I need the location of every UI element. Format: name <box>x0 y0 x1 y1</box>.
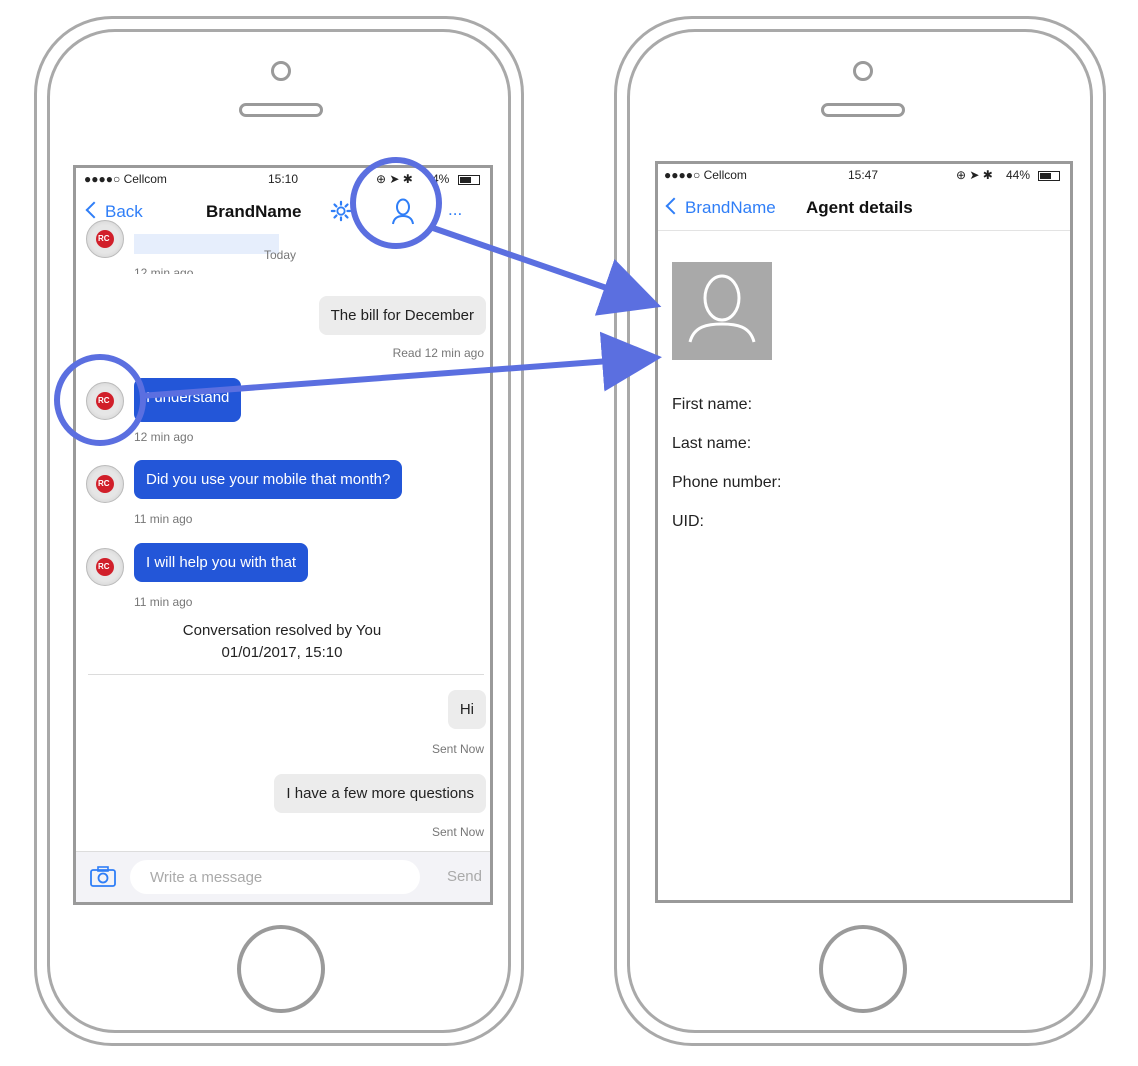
battery-icon <box>1038 168 1060 182</box>
status-icons: ⊕ ➤ ✱ <box>956 168 993 182</box>
back-label: BrandName <box>685 198 776 217</box>
back-button[interactable]: Back <box>85 201 143 222</box>
outgoing-message-status: Read 12 min ago <box>392 346 484 360</box>
incoming-message-bubble[interactable]: I understand <box>134 378 242 422</box>
agent-avatar[interactable] <box>86 465 124 503</box>
left-phone-screen: ●●●●○ Cellcom 15:10 ⊕ ➤ ✱ 4% Back BrandN… <box>73 165 493 905</box>
carrier-label: ●●●●○ Cellcom <box>84 172 167 186</box>
back-to-conversation-button[interactable]: BrandName <box>665 197 776 218</box>
incoming-message-time: 12 min ago <box>134 430 194 444</box>
left-phone-speaker <box>239 103 323 117</box>
right-phone-screen: ●●●●○ Cellcom 15:47 ⊕ ➤ ✱ 44% BrandName … <box>655 161 1073 903</box>
left-phone-home-button[interactable] <box>237 925 325 1013</box>
outgoing-message-bubble[interactable]: I have a few more questions <box>274 774 486 813</box>
right-phone-home-button[interactable] <box>819 925 907 1013</box>
partial-message-bubble <box>134 234 279 254</box>
conversation-resolved-notice: Conversation resolved by You 01/01/2017,… <box>92 620 472 664</box>
phone-number-label: Phone number: <box>672 474 782 491</box>
right-phone-frame: ●●●●○ Cellcom 15:47 ⊕ ➤ ✱ 44% BrandName … <box>614 16 1106 1046</box>
chevron-left-icon <box>85 201 103 219</box>
message-input[interactable] <box>130 860 420 894</box>
first-name-label: First name: <box>672 396 753 413</box>
chevron-left-icon <box>665 197 683 215</box>
left-nav-bar: Back BrandName ... <box>76 190 490 234</box>
agent-avatar[interactable] <box>86 548 124 586</box>
status-icons: ⊕ ➤ ✱ <box>376 172 413 186</box>
agent-photo-placeholder <box>672 262 772 360</box>
battery-icon <box>458 172 480 186</box>
agent-avatar-partial <box>86 220 124 258</box>
back-label: Back <box>105 202 143 221</box>
battery-percent: 4% <box>432 172 450 186</box>
uid-label: UID: <box>672 513 704 530</box>
left-status-bar: ●●●●○ Cellcom 15:10 ⊕ ➤ ✱ 4% <box>76 168 490 190</box>
battery-percent: 44% <box>1006 168 1031 182</box>
outgoing-message-bubble[interactable]: Hi <box>447 690 486 729</box>
partial-message-time: 12 min ago <box>134 266 194 274</box>
last-name-label: Last name: <box>672 435 752 452</box>
incoming-message-bubble[interactable]: Did you use your mobile that month? <box>134 460 403 499</box>
person-icon <box>688 274 756 343</box>
send-button[interactable]: Send <box>447 868 482 885</box>
incoming-message-bubble[interactable]: I will help you with that <box>134 543 309 582</box>
incoming-message-time: 11 min ago <box>134 595 193 609</box>
conversation-title: BrandName <box>206 202 302 221</box>
resolved-timestamp: 01/01/2017, 15:10 <box>221 644 343 661</box>
outgoing-message-bubble[interactable]: The bill for December <box>318 296 486 335</box>
agent-avatar[interactable] <box>86 382 124 420</box>
agent-profile-icon[interactable] <box>390 198 416 226</box>
carrier-label: ●●●●○ Cellcom <box>664 168 747 182</box>
camera-icon[interactable] <box>90 866 116 888</box>
right-phone-camera <box>853 61 873 81</box>
gear-icon[interactable] <box>330 200 352 222</box>
partial-message-day: Today <box>264 248 297 262</box>
incoming-message-time: 11 min ago <box>134 512 193 526</box>
agent-details-title: Agent details <box>806 198 913 217</box>
outgoing-message-status: Sent Now <box>431 742 484 756</box>
message-input-bar: Send <box>76 851 490 902</box>
resolved-text: Conversation resolved by You <box>182 622 382 639</box>
status-time: 15:47 <box>848 168 879 182</box>
status-time: 15:10 <box>268 172 299 186</box>
more-button[interactable]: ... <box>448 200 462 220</box>
outgoing-message-status: Sent Now <box>431 825 484 839</box>
left-phone-frame: ●●●●○ Cellcom 15:10 ⊕ ➤ ✱ 4% Back BrandN… <box>34 16 524 1046</box>
right-phone-speaker <box>821 103 905 117</box>
right-status-bar: ●●●●○ Cellcom 15:47 ⊕ ➤ ✱ 44% <box>658 164 1070 186</box>
left-phone-camera <box>271 61 291 81</box>
conversation-divider <box>88 674 484 675</box>
right-nav-bar: BrandName Agent details <box>658 186 1070 231</box>
